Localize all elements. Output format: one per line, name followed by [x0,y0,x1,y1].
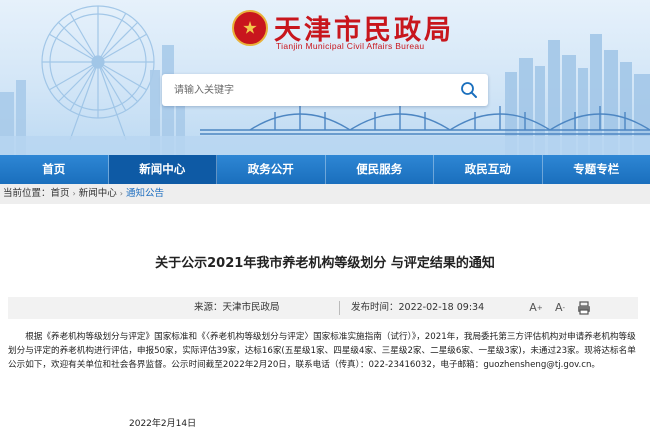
meta-divider [339,301,340,315]
breadcrumb-notices[interactable]: 通知公告 [126,188,164,199]
site-name-en: Tianjin Municipal Civil Affairs Bureau [276,41,425,51]
site-header: 天津市民政局 Tianjin Municipal Civil Affairs B… [0,0,650,155]
breadcrumb-prefix: 当前位置： [3,188,51,199]
nav-item-services[interactable]: 便民服务 [326,155,434,184]
chevron-right-icon: › [72,189,76,198]
print-icon[interactable] [576,300,592,316]
font-larger-icon[interactable]: A + [528,300,544,316]
article-publish-time: 发布时间：2022-02-18 09:34 [351,302,485,313]
search-box [162,74,488,106]
article-meta-bar: 来源：天津市民政局 发布时间：2022-02-18 09:34 A + A- [8,297,638,319]
search-input[interactable] [162,74,452,106]
article-title: 关于公示2021年我市养老机构等级划分 与评定结果的通知 [155,256,495,271]
font-larger-letter: A [529,301,537,314]
nav-item-interaction[interactable]: 政民互动 [434,155,543,184]
nav-item-gov-info[interactable]: 政务公开 [217,155,326,184]
font-smaller-letter: A [554,301,563,314]
article-source: 来源：天津市民政局 [194,302,280,313]
chevron-right-icon: › [119,189,123,198]
article-body: 根据《养老机构等级划分与评定》国家标准和《〈养老机构等级划分与评定〉国家标准实施… [8,332,636,370]
article-tools: A + A- [528,297,600,319]
breadcrumb-home[interactable]: 首页 [51,188,70,199]
nav-item-home[interactable]: 首页 [0,155,109,184]
main-nav: 首页 新闻中心 政务公开 便民服务 政民互动 专题专栏 [0,155,650,184]
breadcrumb: 当前位置：首页 › 新闻中心 › 通知公告 [0,184,650,204]
emblem-icon [232,10,268,46]
site-logo[interactable]: 天津市民政局 Tianjin Municipal Civil Affairs B… [232,8,451,52]
article-sign-date: 2022年2月14日 [129,419,197,429]
font-smaller-icon[interactable]: A- [552,300,568,316]
search-icon[interactable] [460,81,478,99]
nav-item-news[interactable]: 新闻中心 [108,155,217,184]
nav-item-topics[interactable]: 专题专栏 [543,155,650,184]
breadcrumb-news[interactable]: 新闻中心 [79,188,117,199]
